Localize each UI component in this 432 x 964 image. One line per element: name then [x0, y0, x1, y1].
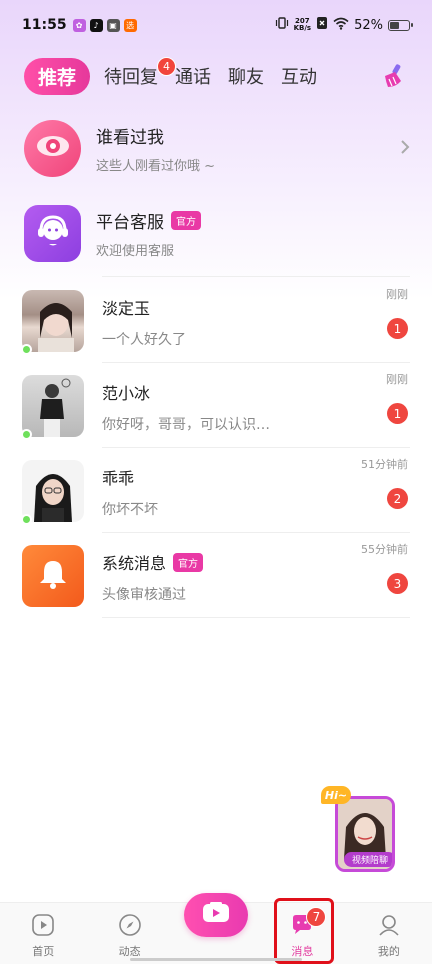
network-speed-unit: KB/s: [293, 24, 312, 32]
tab-calls[interactable]: 通话: [175, 63, 211, 89]
system-avatar[interactable]: [22, 545, 84, 607]
conversation-name: 范小冰: [102, 384, 151, 403]
tab-pending-reply[interactable]: 待回复 4: [104, 57, 177, 89]
conversation-name: 系统消息: [102, 554, 167, 573]
status-time: 11:55: [22, 17, 67, 33]
tab-pending-reply-label: 待回复: [104, 67, 159, 88]
vibrate-icon: [275, 16, 289, 34]
tab-interactions[interactable]: 互动: [281, 63, 317, 89]
who-viewed-me-title: 谁看过我: [96, 127, 164, 148]
platform-support-title: 平台客服: [96, 212, 164, 233]
floating-video-chat[interactable]: 视频陪聊 Hi~: [321, 786, 397, 872]
compass-icon: [117, 912, 143, 938]
messages-badge: 7: [306, 907, 327, 927]
avatar[interactable]: [21, 375, 84, 440]
who-viewed-me-row[interactable]: 谁看过我 这些人刚看过你哦 ~: [24, 113, 414, 183]
wifi-icon: [333, 17, 349, 34]
bell-icon: [38, 558, 68, 594]
unread-badge: 1: [387, 403, 408, 424]
notification-app-icon-3: 选: [123, 18, 137, 32]
tab-recommend[interactable]: 推荐: [24, 57, 91, 95]
video-chat-preview: 视频陪聊: [335, 796, 395, 872]
video-chat-label: 视频陪聊: [344, 852, 392, 867]
unread-badge: 3: [387, 573, 408, 594]
profile-icon: [376, 912, 402, 938]
conversation-time: 刚刚: [386, 288, 408, 301]
home-play-icon: [30, 912, 56, 938]
conversation-last-message: 你好呀，哥哥，可以认识…: [102, 417, 270, 433]
nav-messages-label: 消息: [291, 945, 314, 958]
eye-icon-container: [24, 119, 81, 177]
nav-moments-label: 动态: [118, 945, 141, 958]
conversation-last-message: 你坏不坏: [102, 502, 158, 518]
conversation-last-message: 一个人好久了: [102, 332, 186, 348]
platform-support-row[interactable]: 平台客服 官方 欢迎使用客服: [24, 198, 414, 268]
chevron-right-icon: [400, 136, 410, 160]
conversation-time: 刚刚: [386, 373, 408, 386]
who-viewed-me-subtitle: 这些人刚看过你哦 ~: [96, 158, 216, 174]
tab-chat-friends[interactable]: 聊友: [228, 63, 264, 89]
battery-percent: 52%: [354, 17, 383, 33]
divider: [102, 276, 410, 277]
conversation-item[interactable]: 范小冰 你好呀，哥哥，可以认识… 刚刚 1: [21, 363, 410, 449]
nav-profile[interactable]: 我的: [346, 903, 432, 964]
headset-icon: [33, 211, 73, 255]
avatar[interactable]: [21, 460, 84, 525]
nav-home-label: 首页: [32, 945, 55, 958]
unread-badge: 2: [387, 488, 408, 509]
platform-support-subtitle: 欢迎使用客服: [96, 243, 175, 259]
home-indicator: [130, 958, 302, 961]
network-speed: 207 KB/s: [294, 18, 311, 32]
broom-icon[interactable]: [382, 63, 406, 89]
nav-home[interactable]: 首页: [0, 903, 86, 964]
nav-messages[interactable]: 消息 7: [259, 903, 345, 964]
nav-profile-label: 我的: [377, 945, 400, 958]
online-status-dot: [21, 429, 32, 440]
unread-badge: 1: [387, 318, 408, 339]
pending-reply-badge: 4: [157, 57, 177, 76]
conversation-time: 55分钟前: [361, 543, 408, 556]
online-status-dot: [21, 514, 32, 525]
avatar[interactable]: [21, 290, 84, 355]
notification-app-icon-1: ✿: [72, 18, 86, 32]
conversation-item[interactable]: 乖乖 你坏不坏 51分钟前 2: [21, 448, 410, 534]
conversation-name: 淡定玉: [102, 299, 151, 318]
status-bar: 11:55 ✿ ♪ ▣ 选 207 KB/s 52%: [0, 0, 432, 50]
notification-app-icon-2: ▣: [106, 18, 120, 32]
nav-moments[interactable]: 动态: [86, 903, 172, 964]
divider: [102, 617, 410, 618]
video-play-button[interactable]: [184, 893, 248, 937]
battery-icon: [388, 19, 413, 31]
official-badge: 官方: [171, 210, 201, 230]
conversation-item-system[interactable]: 系统消息 官方 头像审核通过 55分钟前 3: [22, 533, 410, 619]
official-badge: 官方: [173, 552, 204, 572]
support-icon-container: [24, 204, 81, 262]
eye-icon: [35, 134, 71, 162]
hi-bubble: Hi~: [321, 786, 351, 804]
online-status-dot: [21, 344, 32, 355]
conversation-time: 51分钟前: [361, 458, 408, 471]
conversation-last-message: 头像审核通过: [102, 587, 186, 603]
top-tabs: 推荐 待回复 4 通话 聊友 互动: [24, 56, 414, 96]
video-play-icon: [202, 901, 230, 929]
conversation-item[interactable]: 淡定玉 一个人好久了 刚刚 1: [21, 278, 410, 364]
sim-off-icon: [316, 16, 328, 34]
tiktok-icon: ♪: [89, 18, 103, 32]
